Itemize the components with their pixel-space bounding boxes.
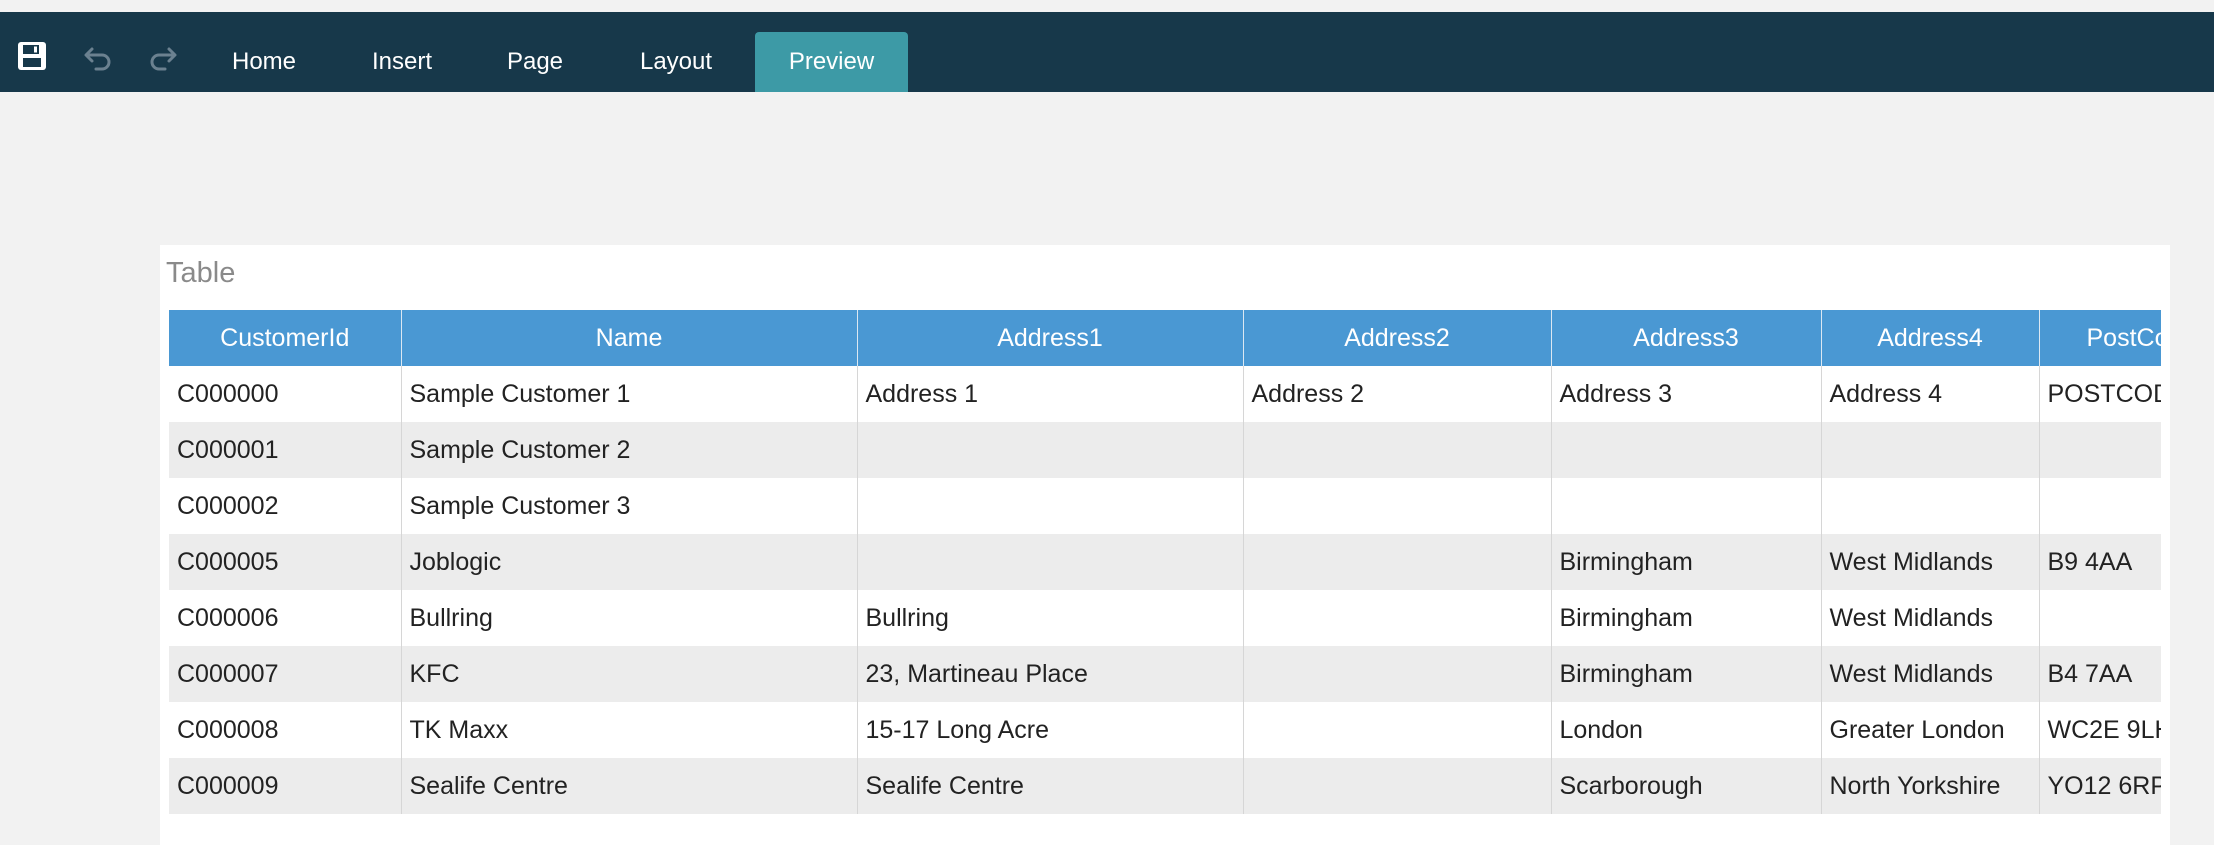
table-cell <box>1243 422 1552 478</box>
column-header-address1[interactable]: Address1 <box>857 310 1244 366</box>
table-cell: Joblogic <box>401 534 858 590</box>
table-cell: C000008 <box>169 702 402 758</box>
table-cell <box>2039 422 2161 478</box>
tab-page[interactable]: Page <box>490 32 580 92</box>
table-cell: Address 2 <box>1243 366 1552 422</box>
table-row: C000005 Joblogic Birmingham West Midland… <box>169 534 2161 590</box>
table-cell: C000005 <box>169 534 402 590</box>
table-cell: West Midlands <box>1821 534 2040 590</box>
table-cell: B9 4AA <box>2039 534 2161 590</box>
table-row: C000001 Sample Customer 2 <box>169 422 2161 478</box>
table-row: C000008 TK Maxx 15-17 Long Acre London G… <box>169 702 2161 758</box>
table-cell: 15-17 Long Acre <box>857 702 1244 758</box>
table-cell: B4 7AA <box>2039 646 2161 702</box>
table-cell: North Yorkshire <box>1821 758 2040 814</box>
table-cell <box>1243 590 1552 646</box>
redo-icon[interactable] <box>143 36 183 76</box>
table-cell: London <box>1551 702 1822 758</box>
table-cell <box>857 534 1244 590</box>
table-cell <box>2039 590 2161 646</box>
table-cell <box>1551 478 1822 534</box>
column-header-address4[interactable]: Address4 <box>1821 310 2040 366</box>
table-cell: Address 3 <box>1551 366 1822 422</box>
table-row: C000007 KFC 23, Martineau Place Birmingh… <box>169 646 2161 702</box>
table-cell: C000007 <box>169 646 402 702</box>
table-cell: C000001 <box>169 422 402 478</box>
table-cell: POSTCODE <box>2039 366 2161 422</box>
table-cell: 23, Martineau Place <box>857 646 1244 702</box>
customer-table: CustomerId Name Address1 Address2 Addres… <box>169 310 2161 814</box>
table-cell: Address 4 <box>1821 366 2040 422</box>
table-cell <box>857 478 1244 534</box>
tab-home[interactable]: Home <box>212 32 316 92</box>
table-cell: Address 1 <box>857 366 1244 422</box>
undo-icon[interactable] <box>78 36 118 76</box>
table-cell: Birmingham <box>1551 590 1822 646</box>
table-cell: Sealife Centre <box>857 758 1244 814</box>
table-cell <box>1821 422 2040 478</box>
table-cell: KFC <box>401 646 858 702</box>
table-cell <box>2039 478 2161 534</box>
table-cell <box>1243 702 1552 758</box>
table-cell <box>1243 478 1552 534</box>
save-icon[interactable] <box>12 36 52 76</box>
table-row: C000002 Sample Customer 3 <box>169 478 2161 534</box>
tab-insert[interactable]: Insert <box>350 32 454 92</box>
top-strip <box>0 0 2214 12</box>
table-cell <box>1821 478 2040 534</box>
table-cell <box>1551 422 1822 478</box>
column-header-customerid[interactable]: CustomerId <box>169 310 402 366</box>
table-cell <box>1243 646 1552 702</box>
table-cell: Sealife Centre <box>401 758 858 814</box>
table-cell: C000009 <box>169 758 402 814</box>
table-cell: Birmingham <box>1551 534 1822 590</box>
table-cell: West Midlands <box>1821 590 2040 646</box>
table-cell: Scarborough <box>1551 758 1822 814</box>
table-cell: WC2E 9LH <box>2039 702 2161 758</box>
tab-layout[interactable]: Layout <box>620 32 732 92</box>
report-title: Table <box>166 257 236 289</box>
column-header-name[interactable]: Name <box>401 310 858 366</box>
table-cell: C000002 <box>169 478 402 534</box>
table-cell: YO12 6RP <box>2039 758 2161 814</box>
tab-preview[interactable]: Preview <box>755 32 908 92</box>
ribbon-toolbar: Home Insert Page Layout Preview <box>0 12 2214 92</box>
table-row: C000009 Sealife Centre Sealife Centre Sc… <box>169 758 2161 814</box>
table-cell: C000000 <box>169 366 402 422</box>
table-cell: Bullring <box>401 590 858 646</box>
report-preview-card: Table CustomerId Name Address1 Address2 … <box>160 245 2170 845</box>
table-cell: C000006 <box>169 590 402 646</box>
table-row: C000000 Sample Customer 1 Address 1 Addr… <box>169 366 2161 422</box>
column-header-address2[interactable]: Address2 <box>1243 310 1552 366</box>
column-header-postcode[interactable]: PostCode <box>2039 310 2161 366</box>
table-cell: Bullring <box>857 590 1244 646</box>
table-cell: Sample Customer 2 <box>401 422 858 478</box>
table-cell: Birmingham <box>1551 646 1822 702</box>
table-scroll-area[interactable]: CustomerId Name Address1 Address2 Addres… <box>169 310 2161 845</box>
table-cell: West Midlands <box>1821 646 2040 702</box>
table-cell: Sample Customer 3 <box>401 478 858 534</box>
table-cell <box>1243 534 1552 590</box>
column-header-address3[interactable]: Address3 <box>1551 310 1822 366</box>
table-cell: TK Maxx <box>401 702 858 758</box>
table-row: C000006 Bullring Bullring Birmingham Wes… <box>169 590 2161 646</box>
table-cell <box>857 422 1244 478</box>
table-cell: Greater London <box>1821 702 2040 758</box>
table-cell: Sample Customer 1 <box>401 366 858 422</box>
table-cell <box>1243 758 1552 814</box>
table-header-row: CustomerId Name Address1 Address2 Addres… <box>169 310 2161 366</box>
